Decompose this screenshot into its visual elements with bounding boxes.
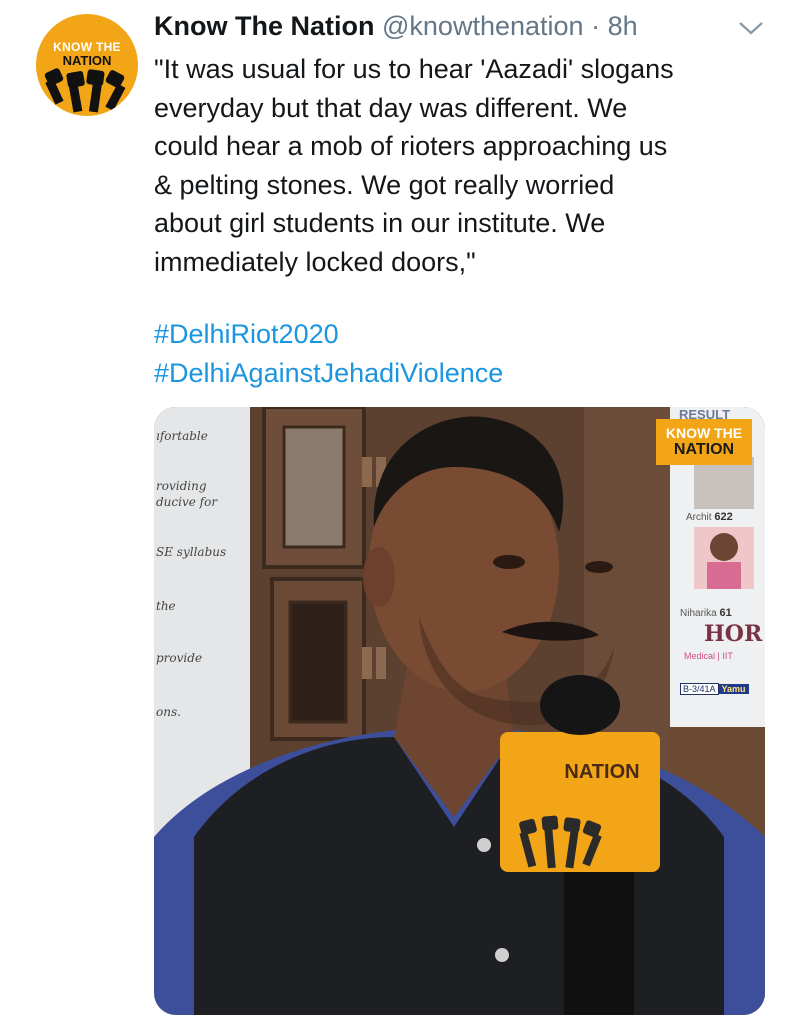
user-handle[interactable]: @knowthenation: [382, 11, 584, 41]
poster-address-chip: B-3/41A Yamu: [680, 683, 749, 695]
tweet-text-line: "It was usual for us to hear 'Aazadi' sl…: [154, 54, 674, 84]
tweet-text-line: could hear a mob of rioters approaching …: [154, 131, 668, 161]
tweet-text-line: about girl students in our institute. We: [154, 208, 606, 238]
channel-watermark: KNOW THE NATION: [656, 419, 752, 465]
separator-dot: ·: [591, 11, 601, 41]
poster-big-text: HOR: [704, 621, 763, 647]
display-name[interactable]: Know The Nation: [154, 11, 374, 41]
tweet-header: Know The Nation @knowthenation · 8h: [154, 8, 714, 44]
tweet-text-line: immediately locked doors,": [154, 246, 476, 277]
avatar-logo-line1: KNOW THE: [53, 40, 121, 54]
poster-name: Niharika 61: [680, 607, 732, 619]
tweet-media-video[interactable]: ıfortable roviding ducive for SE syllabu…: [154, 407, 765, 1015]
poster-text: provide: [156, 651, 203, 665]
media-scene: [154, 407, 765, 1015]
poster-name: Archit 622: [686, 511, 733, 523]
poster-text: ducive for: [156, 495, 218, 509]
hashtag-link-delhiagainstjehadiviolence[interactable]: #DelhiAgainstJehadiViolence: [154, 354, 503, 393]
tweet-text: "It was usual for us to hear 'Aazadi' sl…: [154, 50, 774, 281]
tweet-text-line: everyday but that day was different. We: [154, 92, 628, 123]
poster-text: the: [156, 599, 176, 613]
chevron-down-icon[interactable]: [738, 20, 764, 36]
tweet[interactable]: KNOW THE NATION Know The Nation @knowthe…: [0, 0, 799, 1023]
poster-text: ıfortable: [156, 429, 208, 443]
mic-flag-label: NATION: [564, 761, 640, 783]
poster-small-text: Medical | IIT: [684, 651, 733, 661]
poster-text: roviding: [156, 479, 207, 493]
avatar[interactable]: KNOW THE NATION: [36, 14, 138, 116]
tweet-text-line: & pelting stones. We got really worried: [154, 169, 615, 200]
avatar-logo-line2: NATION: [62, 53, 112, 68]
hashtag-link-delhiriot2020[interactable]: #DelhiRiot2020: [154, 315, 503, 354]
poster-text: SE syllabus: [156, 545, 227, 559]
timestamp[interactable]: 8h: [608, 11, 638, 41]
hashtag-list: #DelhiRiot2020 #DelhiAgainstJehadiViolen…: [154, 315, 503, 392]
poster-text: ons.: [156, 705, 181, 719]
